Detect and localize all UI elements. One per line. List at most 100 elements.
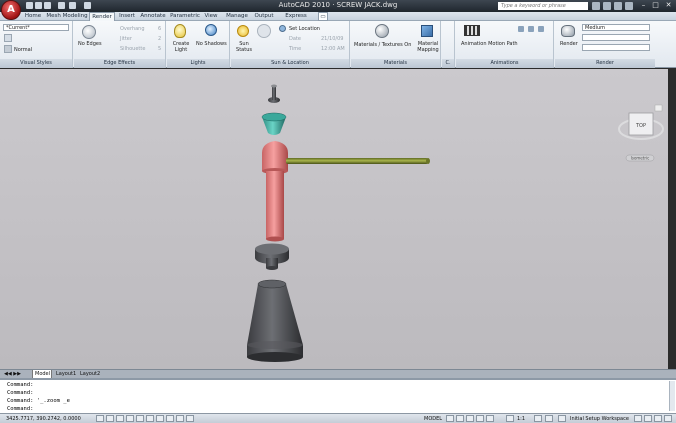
materials-sphere-icon[interactable] [375, 24, 389, 38]
annotation-scale-icon[interactable] [506, 415, 514, 422]
tab-mesh-modeling[interactable]: Mesh Modeling [46, 12, 88, 21]
save-icon[interactable] [44, 2, 51, 9]
material-mapping-icon[interactable] [421, 25, 433, 37]
render-quality-dropdown[interactable]: Medium [582, 24, 650, 31]
layout-icon[interactable] [446, 415, 454, 422]
sun-location-title[interactable]: Sun & Location [231, 59, 349, 68]
grid-display-icon[interactable] [106, 415, 114, 422]
tab-parametric[interactable]: Parametric [168, 12, 202, 21]
viewcube-home-icon[interactable] [654, 104, 663, 112]
fly-icon[interactable] [528, 26, 534, 32]
no-edges-label[interactable]: No Edges [78, 41, 102, 47]
tab-view[interactable]: View [203, 12, 219, 21]
materials-textures-button[interactable]: Materials / Textures On [354, 42, 411, 48]
render-exposure-field[interactable] [582, 44, 650, 51]
quick-properties-icon[interactable] [186, 415, 194, 422]
materials-title[interactable]: Materials [351, 59, 440, 68]
render-button[interactable]: Render [560, 41, 578, 47]
animation-settings-icon[interactable] [538, 26, 544, 32]
object-snap-icon[interactable] [136, 415, 144, 422]
toolbar-lock-icon[interactable] [634, 415, 642, 422]
material-mapping-button[interactable]: Material Mapping [415, 41, 441, 53]
shadows-icon[interactable] [205, 24, 217, 36]
layout-tabs: ◀◀ ▶▶ Model Layout1 Layout2 [0, 369, 676, 379]
communication-center-icon[interactable] [603, 2, 611, 10]
no-shadows-button[interactable]: No Shadows [196, 41, 227, 47]
base-body-part[interactable] [247, 279, 303, 362]
clean-screen-icon[interactable] [664, 415, 672, 422]
annotation-visibility-icon[interactable] [534, 415, 542, 422]
showmotion-icon[interactable] [486, 415, 494, 422]
screw-spindle-part[interactable] [262, 141, 288, 242]
maximize-button[interactable]: □ [650, 1, 661, 10]
tab-insert[interactable]: Insert [116, 12, 138, 21]
application-menu-button[interactable]: A [1, 0, 21, 20]
animation-motion-path-button[interactable]: Animation Motion Path [461, 41, 518, 47]
walk-icon[interactable] [518, 26, 524, 32]
help-icon[interactable] [625, 2, 633, 10]
face-style-icon[interactable] [4, 45, 12, 53]
tab-render[interactable]: Render [89, 12, 115, 21]
render-title[interactable]: Render [555, 59, 655, 68]
tab-home[interactable]: Home [22, 12, 44, 21]
auto-scale-icon[interactable] [545, 415, 553, 422]
tab-express-tools[interactable]: Express Tools [278, 12, 314, 28]
search-input[interactable]: Type a keyword or phrase [498, 2, 588, 10]
render-output-size-field[interactable] [582, 34, 650, 41]
create-light-button[interactable]: Create Light [172, 41, 190, 53]
ribbon-minimize-button[interactable]: ▭ [318, 12, 328, 21]
snap-tracking-icon[interactable] [146, 415, 154, 422]
annotation-scale-value[interactable]: 1:1 [517, 415, 525, 423]
undo-icon[interactable] [58, 2, 65, 9]
zoom-icon[interactable] [466, 415, 474, 422]
lights-title[interactable]: Lights [167, 59, 229, 68]
animations-title[interactable]: Animations [456, 59, 553, 68]
xray-icon[interactable] [4, 34, 12, 42]
sun-icon[interactable] [237, 25, 249, 37]
workspace-icon[interactable] [558, 415, 566, 422]
favorites-icon[interactable] [614, 2, 622, 10]
film-strip-icon[interactable] [464, 25, 480, 36]
dynamic-ucs-icon[interactable] [156, 415, 164, 422]
redo-icon[interactable] [69, 2, 76, 9]
face-style-label[interactable]: Normal [14, 47, 32, 53]
command-scrollbar[interactable] [669, 381, 675, 411]
open-icon[interactable] [35, 2, 42, 9]
edge-effects-title[interactable]: Edge Effects [74, 59, 165, 68]
command-window[interactable]: Command: Command: Command: '_.zoom _e Co… [0, 378, 676, 413]
polar-tracking-icon[interactable] [126, 415, 134, 422]
tab-annotate[interactable]: Annotate [139, 12, 167, 21]
plot-icon[interactable] [84, 2, 91, 9]
steeringwheel-icon[interactable] [476, 415, 484, 422]
workspace-switcher[interactable]: Initial Setup Workspace [570, 415, 629, 423]
tab-output[interactable]: Output [252, 12, 276, 21]
new-icon[interactable] [26, 2, 33, 9]
light-bulb-icon[interactable] [174, 24, 186, 38]
cup-part[interactable] [261, 112, 287, 135]
visual-style-dropdown[interactable]: *Current* [3, 24, 69, 31]
model-space-button[interactable]: MODEL [424, 415, 442, 423]
dynamic-input-icon[interactable] [166, 415, 174, 422]
visual-styles-title[interactable]: Visual Styles [0, 59, 72, 68]
close-button[interactable]: ✕ [663, 1, 674, 10]
edges-icon[interactable] [82, 25, 96, 39]
pan-icon[interactable] [456, 415, 464, 422]
tab-manage[interactable]: Manage [224, 12, 250, 21]
isolate-objects-icon[interactable] [654, 415, 662, 422]
sun-status-button[interactable]: Sun Status [235, 41, 253, 53]
minimize-button[interactable]: – [638, 1, 649, 10]
hardware-acceleration-icon[interactable] [644, 415, 652, 422]
ortho-mode-icon[interactable] [116, 415, 124, 422]
command-input[interactable]: Command: [7, 405, 34, 413]
nut-part[interactable] [255, 243, 289, 271]
search-icon[interactable] [592, 2, 600, 10]
lineweight-icon[interactable] [176, 415, 184, 422]
top-screw-part[interactable] [268, 84, 280, 104]
viewcube[interactable]: TOP Isometric [618, 104, 664, 162]
snap-mode-icon[interactable] [96, 415, 104, 422]
set-location-button[interactable]: Set Location [289, 26, 320, 32]
globe-icon[interactable] [279, 25, 286, 32]
drawing-viewport[interactable]: TOP Isometric [0, 69, 676, 369]
teapot-icon[interactable] [561, 25, 575, 37]
tommy-bar-part[interactable] [286, 158, 430, 164]
